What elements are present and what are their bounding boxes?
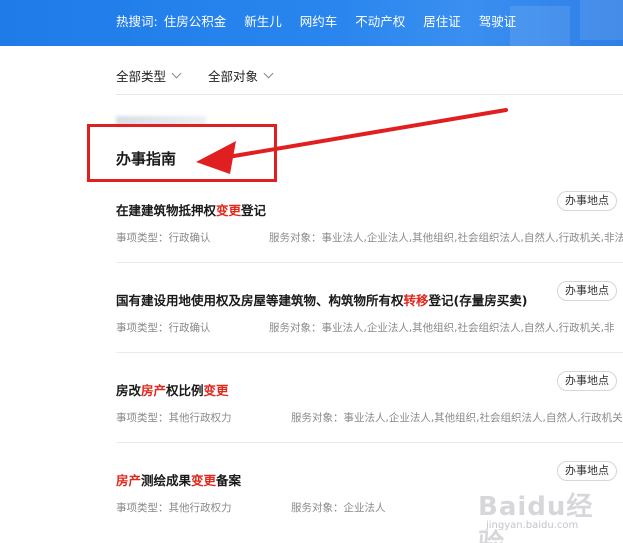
item-title[interactable]: 房产测绘成果变更备案 (116, 470, 241, 489)
item-type: 事项类型：行政确认 (116, 232, 211, 244)
hot-search-link[interactable]: 驾驶证 (479, 11, 517, 30)
chevron-down-icon (171, 68, 182, 79)
baidu-watermark: Baidu经验 jingyan.baidu.com (478, 486, 618, 543)
title-text: 备案 (216, 473, 242, 488)
divider (116, 352, 623, 353)
item-type: 事项类型：其他行政权力 (116, 502, 232, 514)
item-target: 服务对象：事业法人,企业法人,其他组织,社会组织法人,自然人,行政机关,非法 (269, 232, 623, 244)
chevron-down-icon (263, 68, 274, 79)
title-text: 权比例 (166, 383, 204, 398)
title-highlight: 变更 (191, 473, 217, 488)
title-text: 登记 (241, 203, 267, 218)
item-target: 服务对象：事业法人,企业法人,其他组织,社会组织法人,自然人,行政机关,非 (269, 322, 615, 334)
watermark-logo: Baidu经验 (478, 492, 594, 543)
type-filter-label: 全部类型 (116, 68, 167, 84)
title-text: 国有建设用地使用权及房屋等建筑物、构筑物所有权 (116, 293, 404, 308)
item-target: 服务对象：事业法人,企业法人,其他组织,社会组织法人,自然人,行政机关, (291, 412, 623, 424)
hot-search-bar: 热搜词: 住房公积金 新生儿 网约车 不动产权 居住证 驾驶证 (0, 0, 623, 46)
target-filter-label: 全部对象 (208, 68, 259, 84)
title-highlight: 变更 (203, 383, 229, 398)
title-highlight: 变更 (216, 203, 242, 218)
divider (116, 262, 623, 263)
hot-search-link[interactable]: 居住证 (423, 11, 461, 30)
hot-search-label: 热搜词: (116, 13, 158, 29)
divider (116, 442, 623, 443)
location-button[interactable]: 办事地点 (557, 371, 617, 391)
divider (116, 94, 623, 95)
filter-bar: 全部类型 全部对象 (116, 66, 300, 84)
page: 热搜词: 住房公积金 新生儿 网约车 不动产权 居住证 驾驶证 全部类型 全部对… (0, 0, 623, 543)
title-highlight: 房产 (141, 383, 167, 398)
item-title[interactable]: 在建建筑物抵押权变更登记 (116, 200, 266, 219)
title-text: 房改 (116, 383, 142, 398)
location-button[interactable]: 办事地点 (557, 191, 617, 211)
title-highlight: 转移 (403, 293, 429, 308)
hot-search-link[interactable]: 不动产权 (355, 11, 405, 30)
hot-search-link[interactable]: 住房公积金 (164, 11, 227, 30)
title-text: 在建建筑物抵押权 (116, 203, 217, 218)
location-button[interactable]: 办事地点 (557, 461, 617, 481)
type-filter-dropdown[interactable]: 全部类型 (116, 66, 182, 85)
target-filter-dropdown[interactable]: 全部对象 (208, 66, 274, 85)
title-text: 测绘成果 (141, 473, 192, 488)
banner-decoration (580, 0, 623, 40)
item-target: 服务对象：企业法人 (291, 502, 386, 514)
item-type: 事项类型：其他行政权力 (116, 412, 232, 424)
annotation-arrow (196, 108, 508, 174)
item-title[interactable]: 房改房产权比例变更 (116, 380, 229, 399)
watermark-url: jingyan.baidu.com (486, 520, 579, 531)
location-button[interactable]: 办事地点 (557, 281, 617, 301)
title-text: 登记(存量房买卖) (428, 293, 528, 308)
item-title[interactable]: 国有建设用地使用权及房屋等建筑物、构筑物所有权转移登记(存量房买卖) (116, 290, 527, 309)
hot-search-link[interactable]: 网约车 (300, 11, 338, 30)
item-type: 事项类型：行政确认 (116, 322, 211, 334)
title-highlight: 房产 (116, 473, 142, 488)
section-title: 办事指南 (116, 150, 177, 168)
hot-search-link[interactable]: 新生儿 (244, 11, 282, 30)
